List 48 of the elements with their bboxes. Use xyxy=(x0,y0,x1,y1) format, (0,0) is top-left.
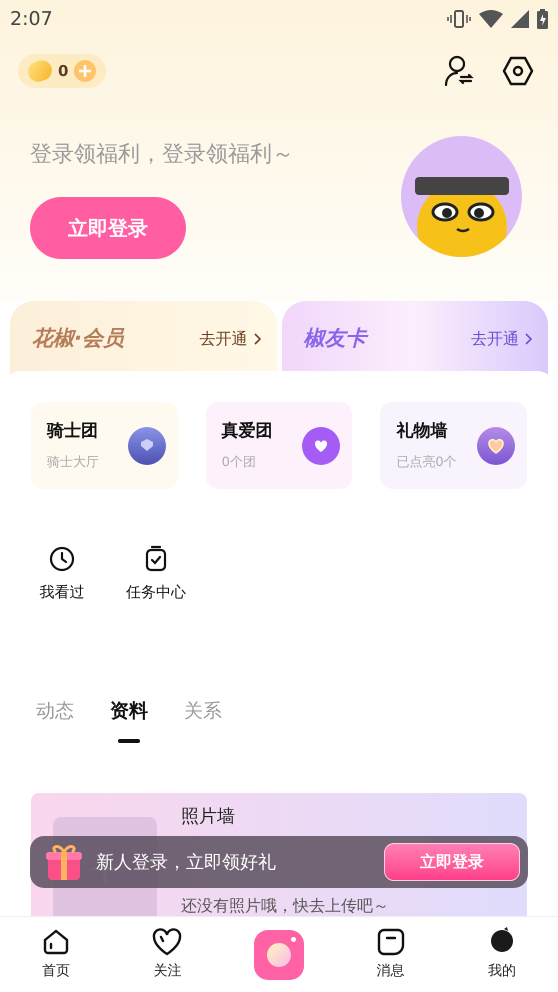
plus-icon xyxy=(74,60,96,82)
coin-count: 0 xyxy=(58,60,68,82)
photo-wall-hint: 还没有照片哦，快去上传吧～ xyxy=(181,895,389,916)
vibrate-icon xyxy=(447,10,471,28)
heart-icon xyxy=(151,927,184,957)
feature-card[interactable]: 真爱团 0个团 xyxy=(206,402,352,489)
membership-title: 花椒·会员 xyxy=(32,325,124,352)
gift-box-icon xyxy=(44,842,84,882)
chevron-right-icon xyxy=(525,333,532,345)
activate-link[interactable]: 去开通 xyxy=(200,323,260,351)
coin-balance-pill[interactable]: 0 xyxy=(18,54,106,88)
feature-card[interactable]: 骑士团 骑士大厅 xyxy=(31,402,178,489)
feature-title: 骑士团 xyxy=(47,420,99,443)
shortcut-label: 任务中心 xyxy=(126,582,186,603)
promo-text: 新人登录，立即领好礼 xyxy=(96,850,276,874)
nav-tab[interactable]: 首页 xyxy=(0,927,112,982)
shortcut-item[interactable]: 我看过 xyxy=(31,545,93,604)
signal-icon xyxy=(511,10,529,28)
membership-card[interactable]: 椒友卡 去开通 xyxy=(282,301,548,377)
camera-button[interactable] xyxy=(254,930,304,980)
shield-badge-icon xyxy=(128,426,166,464)
message-icon xyxy=(376,927,406,957)
chevron-right-icon xyxy=(254,333,260,345)
feature-title: 真爱团 xyxy=(222,420,273,443)
feature-subtitle: 0个团 xyxy=(222,454,257,472)
nav-tab[interactable]: 关注 xyxy=(112,927,224,982)
membership-card[interactable]: 花椒·会员 去开通 xyxy=(10,301,276,377)
nav-tab[interactable]: 消息 xyxy=(334,927,446,982)
settings-icon[interactable] xyxy=(502,56,534,86)
shortcut-label: 我看过 xyxy=(40,582,84,603)
heart-badge-icon xyxy=(477,426,515,464)
feature-subtitle: 已点亮0个 xyxy=(396,454,457,472)
wifi-icon xyxy=(479,10,503,28)
feature-title: 礼物墙 xyxy=(396,420,448,443)
membership-title: 椒友卡 xyxy=(304,325,366,352)
feature-card[interactable]: 礼物墙 已点亮0个 xyxy=(380,402,527,489)
status-time: 2:07 xyxy=(10,6,53,32)
feature-subtitle: 骑士大厅 xyxy=(47,454,99,472)
nav-tab[interactable]: 我的 xyxy=(446,927,558,982)
switch-account-icon[interactable] xyxy=(444,55,474,87)
heart-badge-icon xyxy=(302,426,340,464)
clock-icon xyxy=(48,545,76,573)
battery-icon xyxy=(537,9,548,29)
photo-wall-title: 照片墙 xyxy=(181,805,236,829)
activate-link[interactable]: 去开通 xyxy=(471,323,532,351)
shortcut-item[interactable]: 任务中心 xyxy=(125,545,187,604)
profile-tab[interactable]: 资料 xyxy=(110,696,148,743)
login-benefit-text: 登录领福利，登录领福利～ xyxy=(30,141,294,169)
